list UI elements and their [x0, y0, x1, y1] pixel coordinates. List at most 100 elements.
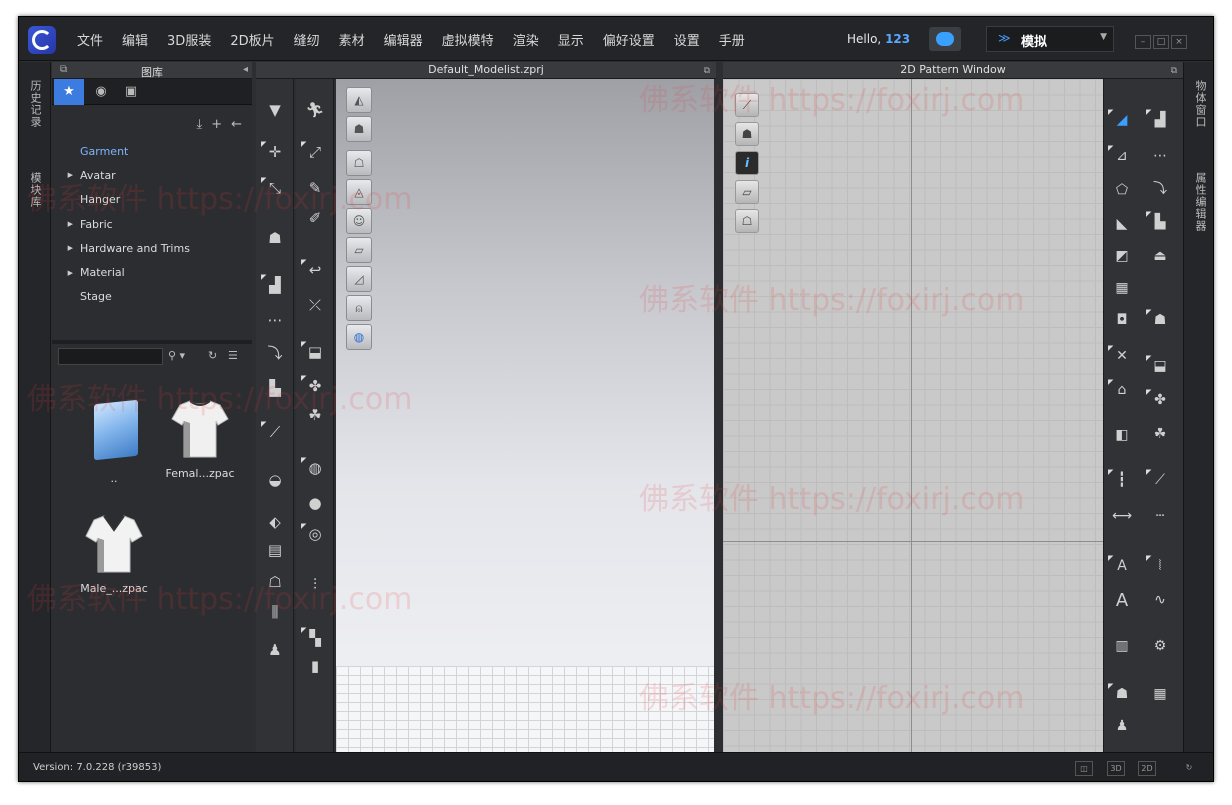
iron-icon[interactable]: ⏏: [1148, 245, 1172, 267]
select-move-icon[interactable]: ▼: [263, 99, 287, 121]
cloud-library-icon[interactable]: ◉: [86, 79, 116, 105]
tree-item-avatar[interactable]: ▶ Avatar: [52, 163, 252, 187]
stitch-icon[interactable]: ∿: [1148, 589, 1172, 611]
show-garment-icon[interactable]: ☗: [346, 116, 372, 142]
rectangle-icon[interactable]: ◣: [1110, 213, 1134, 235]
internal-rectangle-icon[interactable]: ▦: [1110, 277, 1134, 299]
menu-display[interactable]: 显示: [558, 30, 584, 49]
menu-materials[interactable]: 素材: [339, 30, 365, 49]
expand-arrow-icon[interactable]: ▶: [52, 269, 80, 277]
library-search-input[interactable]: [58, 348, 163, 365]
internal-lines-icon[interactable]: ◿: [346, 266, 372, 292]
segment-icon[interactable]: ◤ ▟: [261, 273, 287, 296]
list-view-icon[interactable]: ☰: [228, 349, 238, 362]
tweak-icon[interactable]: ◤ ⤢: [301, 140, 327, 163]
refresh-icon[interactable]: ↻: [1181, 761, 1197, 776]
steam-icon[interactable]: ◒: [263, 469, 287, 491]
fold-arrangement-icon[interactable]: ◧: [1110, 424, 1134, 446]
view-3d-button[interactable]: 3D: [1107, 761, 1125, 776]
fitting-suit-icon[interactable]: ☖: [263, 571, 287, 593]
popout-icon[interactable]: ⧉: [1171, 63, 1177, 79]
file-tile-parent[interactable]: ..: [74, 399, 154, 485]
annotation-icon[interactable]: ◤ A: [1108, 554, 1134, 577]
show-avatar-icon[interactable]: ◭: [346, 87, 372, 113]
text-icon[interactable]: A: [1110, 589, 1134, 611]
grading-icon[interactable]: ⚙: [1148, 635, 1172, 657]
user-name[interactable]: 123: [885, 32, 910, 46]
avatar-arrange-icon[interactable]: ♟: [1110, 715, 1134, 737]
menu-manual[interactable]: 手册: [719, 30, 745, 49]
seam-icon[interactable]: ⤵: [263, 341, 287, 363]
menu-avatar[interactable]: 虚拟模特: [442, 30, 494, 49]
back-icon[interactable]: ←: [231, 117, 242, 132]
dashed-line-icon[interactable]: ┄: [1148, 505, 1172, 527]
tree-item-garment[interactable]: Garment: [52, 139, 252, 163]
tree-item-material[interactable]: ▶ Material: [52, 260, 252, 284]
cloud-button[interactable]: [929, 27, 961, 51]
menu-sewing[interactable]: 缝纫: [294, 30, 320, 49]
refresh-icon[interactable]: ↻: [208, 349, 217, 362]
buttonhole-icon[interactable]: ●: [303, 492, 327, 514]
file-tile-female[interactable]: Femal...zpac: [160, 397, 240, 480]
download-icon[interactable]: ⤓: [196, 117, 202, 132]
avatar-pose-icon[interactable]: ♟: [263, 639, 287, 661]
panel-splitter[interactable]: [52, 340, 252, 344]
thickness-icon[interactable]: ◬: [346, 179, 372, 205]
fold-2d-icon[interactable]: ◤ ✤: [1146, 388, 1172, 411]
internal-polygon-icon[interactable]: ◩: [1110, 245, 1134, 267]
tree-item-fabric[interactable]: ▶ Fabric: [52, 212, 252, 236]
mode-select[interactable]: ≫ 模拟 ▼: [986, 26, 1114, 52]
curve-icon[interactable]: ◤ ↩: [301, 258, 327, 281]
menu-2d-pattern[interactable]: 2D板片: [230, 30, 274, 49]
show-shirt-icon[interactable]: ☗: [735, 122, 759, 146]
add-icon[interactable]: +: [211, 117, 222, 132]
notch-icon[interactable]: ◤ ⌂: [1108, 378, 1134, 401]
simulation-figure-icon[interactable]: 🏃︎: [303, 99, 327, 121]
transform-pattern-icon[interactable]: ◤ ◢: [1108, 108, 1134, 131]
pin-tool-icon[interactable]: ◤ ⟋: [261, 420, 287, 443]
polygon-icon[interactable]: ⬠: [1110, 179, 1134, 201]
pattern-visibility-icon[interactable]: ▱: [346, 237, 372, 263]
shirt-fit-icon[interactable]: ◤ ⬓: [301, 340, 327, 363]
shirt-pattern-icon[interactable]: ☘: [1148, 423, 1172, 445]
close-icon[interactable]: ×: [1171, 35, 1187, 49]
tack-2d-icon[interactable]: ◤ ▙: [1146, 210, 1172, 233]
garment-icon[interactable]: ☗: [263, 227, 287, 249]
overlay-icon[interactable]: ⫼: [263, 601, 287, 623]
tape-icon[interactable]: ◤ ▚: [301, 626, 327, 649]
expand-arrow-icon[interactable]: ▶: [52, 220, 80, 228]
grain-icon[interactable]: ▥: [1110, 635, 1134, 657]
elastic-icon[interactable]: ◤ ⦚: [1146, 554, 1172, 577]
pattern-shirt-icon[interactable]: ◤ ☗: [1108, 682, 1134, 705]
cutting-icon[interactable]: ⬖: [263, 511, 287, 533]
show-lines-icon[interactable]: ⟋: [735, 93, 759, 117]
button-icon[interactable]: ◤ ◍: [301, 456, 327, 479]
segment-2d-icon[interactable]: ◤ ▟: [1146, 108, 1172, 131]
button-2d-icon[interactable]: ▦: [1148, 683, 1172, 705]
edit-pattern-icon[interactable]: ◤ ⊿: [1108, 144, 1134, 167]
move-gizmo-icon[interactable]: ◤ ✛: [261, 140, 287, 163]
store-icon[interactable]: ▣: [116, 79, 146, 105]
fit-2d-icon[interactable]: ◤ ⬓: [1146, 354, 1172, 377]
maximize-icon[interactable]: □: [1153, 35, 1169, 49]
dart-icon[interactable]: ◘: [1110, 309, 1134, 331]
tack-icon[interactable]: ▙: [263, 377, 287, 399]
menu-editor[interactable]: 编辑器: [384, 30, 423, 49]
pen-icon[interactable]: ✎: [303, 177, 327, 199]
menu-3d-garment[interactable]: 3D服装: [167, 30, 211, 49]
edit-curvature-icon[interactable]: ⋯: [1148, 145, 1172, 167]
tree-item-stage[interactable]: Stage: [52, 285, 252, 309]
line-sewing-icon[interactable]: ⤫: [303, 294, 327, 316]
edit-points-icon[interactable]: ⋯: [263, 309, 287, 331]
pin-icon[interactable]: ◂: [243, 64, 248, 75]
pane-splitter[interactable]: [714, 79, 723, 752]
fold-icon[interactable]: ◤ ✤: [301, 374, 327, 397]
shirt-arrangement-icon[interactable]: ◤ ☗: [1146, 308, 1172, 331]
viewport-3d[interactable]: ◭ ☗ ☖ ◬ ☺ ▱ ◿ ⍝ ◍: [336, 79, 714, 752]
tab-modules[interactable]: 模块库: [27, 172, 43, 208]
tab-property-editor[interactable]: 属性编辑器: [1192, 172, 1208, 232]
pattern-shirt-icon[interactable]: ☘: [303, 404, 327, 426]
file-tile-male[interactable]: Male_...zpac: [74, 512, 154, 595]
menu-edit[interactable]: 编辑: [122, 30, 148, 49]
expand-arrow-icon[interactable]: ▶: [52, 171, 80, 179]
